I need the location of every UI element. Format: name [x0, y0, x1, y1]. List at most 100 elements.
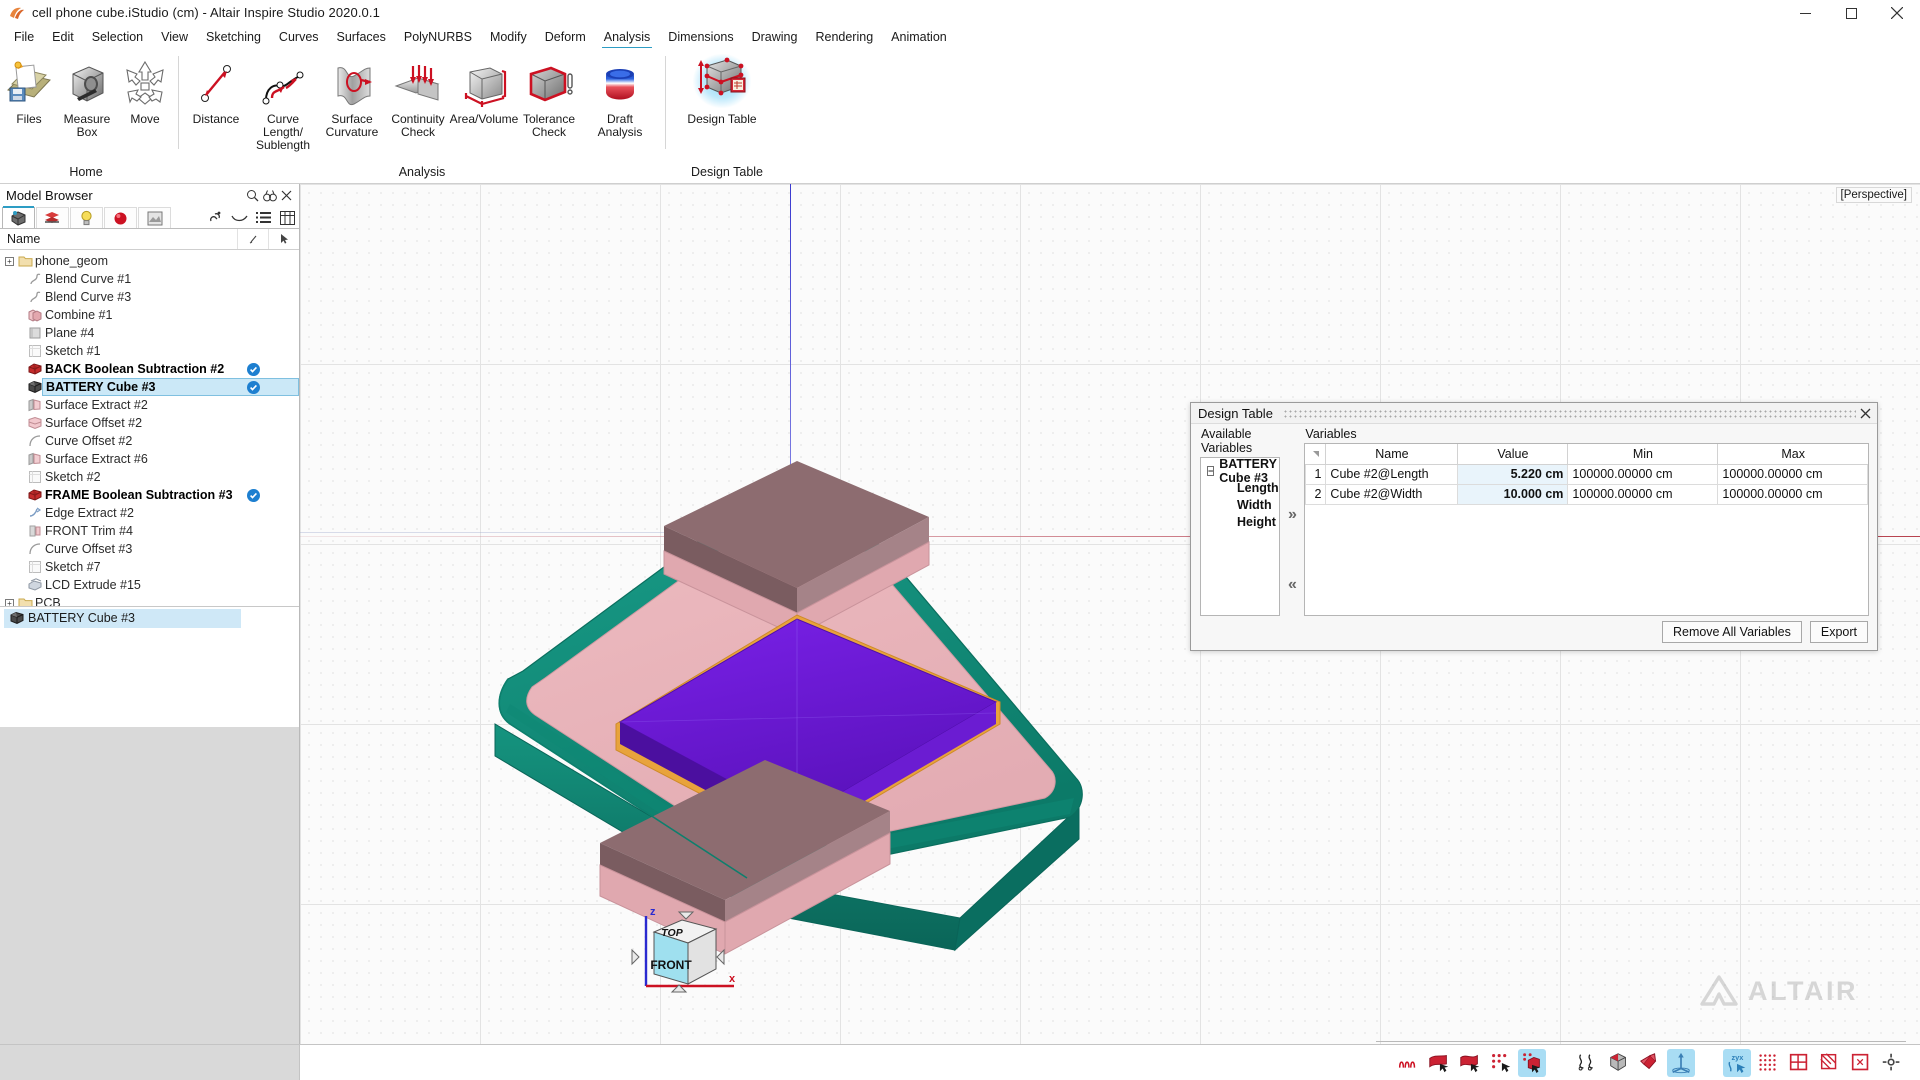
expand-icon[interactable]: +: [3, 255, 16, 268]
tree-item[interactable]: Plane #4: [0, 324, 299, 342]
menu-file[interactable]: File: [5, 27, 43, 48]
tree-item[interactable]: FRAME Boolean Subtraction #3: [0, 486, 299, 504]
menu-animation[interactable]: Animation: [882, 27, 956, 48]
close-icon[interactable]: [278, 187, 295, 204]
menu-rendering[interactable]: Rendering: [806, 27, 882, 48]
tree-item[interactable]: Sketch #1: [0, 342, 299, 360]
export-button[interactable]: Export: [1809, 621, 1868, 643]
available-variable-height[interactable]: Height: [1203, 513, 1279, 530]
variable-min-cell[interactable]: 100000.00000 cm: [1567, 463, 1719, 485]
curve-select2-icon[interactable]: [1574, 1049, 1602, 1077]
available-variable-width[interactable]: Width: [1203, 496, 1279, 513]
tree-item[interactable]: + phone_geom: [0, 252, 299, 270]
menu-deform[interactable]: Deform: [536, 27, 595, 48]
remove-all-variables-button[interactable]: Remove All Variables: [1661, 621, 1802, 643]
expand-icon[interactable]: +: [3, 597, 16, 606]
lights-tab[interactable]: [70, 207, 103, 228]
selected-entity-row[interactable]: BATTERY Cube #3: [4, 608, 241, 628]
ribbon-button-area-volume[interactable]: Area/Volume: [450, 48, 518, 183]
cube-select-icon[interactable]: [1605, 1049, 1633, 1077]
column-header-max[interactable]: Max: [1717, 444, 1868, 465]
ribbon-button-continuity-check[interactable]: Continuity Check: [385, 48, 451, 183]
menu-dimensions[interactable]: Dimensions: [659, 27, 742, 48]
menu-modify[interactable]: Modify: [481, 27, 536, 48]
point-select-icon[interactable]: [1487, 1049, 1515, 1077]
tree-item[interactable]: Blend Curve #3: [0, 288, 299, 306]
variable-value-cell[interactable]: 10.000 cm: [1457, 483, 1569, 505]
design-table-titlebar[interactable]: Design Table: [1191, 403, 1877, 424]
origin-snap-icon[interactable]: [1878, 1049, 1906, 1077]
ribbon-button-measure-box[interactable]: Measure Box: [58, 48, 116, 183]
ribbon-button-draft-analysis[interactable]: Draft Analysis: [581, 48, 659, 183]
tree-item[interactable]: Curve Offset #2: [0, 432, 299, 450]
plane-snap-icon[interactable]: [1785, 1049, 1813, 1077]
tree-item[interactable]: BACK Boolean Subtraction #2: [0, 360, 299, 378]
materials-tab[interactable]: [104, 207, 137, 228]
link-icon[interactable]: [203, 207, 227, 228]
render-tab[interactable]: [138, 207, 171, 228]
ribbon-button-design-table[interactable]: Design Table: [672, 48, 772, 183]
dialog-drag-grip[interactable]: [1282, 408, 1856, 418]
tree-item[interactable]: BATTERY Cube #3: [0, 378, 299, 396]
ribbon-button-distance[interactable]: Distance: [185, 48, 247, 183]
variables-table-row[interactable]: 1 Cube #2@Length 5.220 cm 100000.00000 cm 10…: [1305, 463, 1869, 485]
body-select-icon[interactable]: [1518, 1048, 1546, 1077]
variable-value-cell[interactable]: 5.220 cm: [1457, 463, 1569, 485]
variables-table-container[interactable]: Name Value Min Max 1 Cube #2@Length 5.220 …: [1304, 443, 1870, 616]
variables-table-row[interactable]: 2 Cube #2@Width 10.000 cm 100000.00000 cm 10…: [1305, 483, 1869, 505]
collapse-icon[interactable]: −: [1207, 465, 1215, 476]
ribbon-button-surface-curvature[interactable]: Surface Curvature: [319, 48, 385, 183]
tree-item[interactable]: Surface Offset #2: [0, 414, 299, 432]
menu-edit[interactable]: Edit: [43, 27, 83, 48]
axis-tripod-icon[interactable]: [1667, 1048, 1695, 1077]
view-cube[interactable]: z x TOP FRONT: [630, 898, 745, 1008]
tree-item[interactable]: Surface Extract #6: [0, 450, 299, 468]
sort-indicator-cell[interactable]: [1305, 444, 1327, 465]
zyx-snap-icon[interactable]: zyx: [1723, 1048, 1751, 1077]
menu-analysis[interactable]: Analysis: [595, 27, 660, 49]
list-icon[interactable]: [251, 207, 275, 228]
curve-tool-icon[interactable]: [1394, 1049, 1422, 1077]
tree-item[interactable]: Edge Extract #2: [0, 504, 299, 522]
visibility-check-icon[interactable]: [247, 380, 260, 394]
menu-view[interactable]: View: [152, 27, 197, 48]
tree-item[interactable]: Combine #1: [0, 306, 299, 324]
mesh-snap-icon[interactable]: [1816, 1049, 1844, 1077]
maximize-button[interactable]: [1828, 0, 1874, 26]
variable-max-cell[interactable]: 100000.00000 cm: [1717, 483, 1869, 505]
tree-item[interactable]: FRONT Trim #4: [0, 522, 299, 540]
ribbon-button-curve-length[interactable]: Curve Length/ Sublength: [247, 48, 319, 183]
polynurbs-select-icon[interactable]: [1636, 1049, 1664, 1077]
close-button[interactable]: [1874, 0, 1920, 26]
tree-item[interactable]: LCD Extrude #15: [0, 576, 299, 594]
cursor-icon[interactable]: [268, 229, 299, 249]
column-header-name[interactable]: Name: [1325, 444, 1459, 465]
pen-icon[interactable]: [237, 229, 268, 249]
design-table-dialog[interactable]: Design Table Available Variables − BATTE…: [1190, 402, 1878, 651]
ribbon-button-move[interactable]: Move: [116, 48, 174, 183]
tree-item[interactable]: Sketch #2: [0, 468, 299, 486]
minimize-button[interactable]: [1782, 0, 1828, 26]
ribbon-button-tolerance-check[interactable]: Tolerance Check: [517, 48, 581, 183]
menu-curves[interactable]: Curves: [270, 27, 328, 48]
menu-polynurbs[interactable]: PolyNURBS: [395, 27, 481, 48]
tree-item[interactable]: Sketch #7: [0, 558, 299, 576]
tree-item[interactable]: Surface Extract #2: [0, 396, 299, 414]
menu-surfaces[interactable]: Surfaces: [328, 27, 395, 48]
menu-drawing[interactable]: Drawing: [743, 27, 807, 48]
tree-item[interactable]: + PCB: [0, 594, 299, 606]
tree-item[interactable]: Curve Offset #3: [0, 540, 299, 558]
surface-select-icon[interactable]: [1425, 1049, 1453, 1077]
available-variables-tree[interactable]: − BATTERY Cube #3 Length Width Height: [1200, 457, 1281, 616]
menu-selection[interactable]: Selection: [83, 27, 152, 48]
column-header-value[interactable]: Value: [1457, 444, 1569, 465]
design-table-close-icon[interactable]: [1856, 404, 1874, 422]
available-variable-length[interactable]: Length: [1203, 479, 1279, 496]
box-snap-icon[interactable]: [1847, 1049, 1875, 1077]
search-icon[interactable]: [244, 187, 261, 204]
add-variable-button[interactable]: »: [1280, 504, 1304, 526]
layers-tab[interactable]: [36, 207, 69, 228]
variable-max-cell[interactable]: 100000.00000 cm: [1717, 463, 1869, 485]
variable-min-cell[interactable]: 100000.00000 cm: [1567, 483, 1719, 505]
visibility-check-icon[interactable]: [247, 488, 260, 502]
